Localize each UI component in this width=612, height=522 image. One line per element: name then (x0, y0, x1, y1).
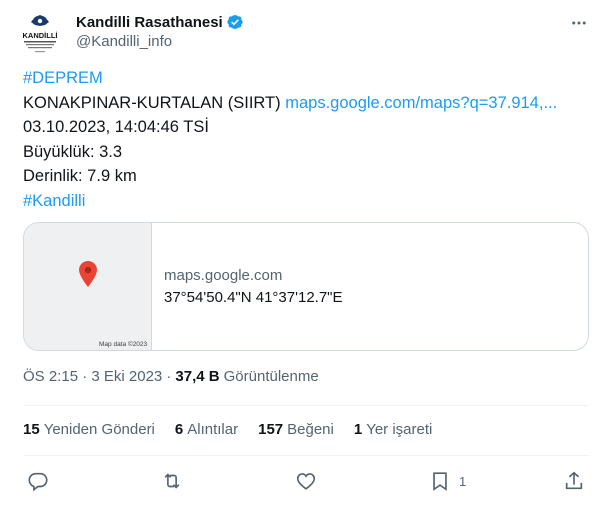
card-domain: maps.google.com (164, 266, 283, 284)
author-handle[interactable]: @Kandilli_info (76, 33, 172, 50)
views-label: Görüntülenme (223, 368, 319, 385)
bookmarks-count: 1 (353, 421, 363, 438)
map-pin-icon (79, 261, 97, 287)
quotes-label: Alıntılar (187, 421, 239, 438)
more-icon[interactable] (568, 12, 590, 34)
author-display-name[interactable]: Kandilli Rasathanesi (76, 14, 223, 31)
avatar-logo-text: KANDİLLİ (23, 31, 58, 40)
verified-badge-icon (226, 13, 244, 31)
quotes-count: 6 (174, 421, 184, 438)
card-coords: 37°54'50.4"N 41°37'12.7"E (164, 288, 343, 306)
like-button[interactable] (295, 466, 317, 496)
bookmark-count: 1 (459, 473, 467, 489)
location-text: KONAKPINAR-KURTALAN (SIIRT) (23, 93, 281, 112)
map-link[interactable]: maps.google.com/maps?q=37.914,... (285, 94, 557, 112)
like-icon (296, 473, 316, 490)
bookmarks-label: Yer işareti (366, 421, 433, 438)
bookmarks-stat[interactable]: 1 Yer işareti (354, 421, 433, 438)
map-credit: Map data ©2023 (99, 341, 148, 348)
retweets-stat[interactable]: 15 Yeniden Gönderi (23, 421, 155, 438)
link-card[interactable]: Map data ©2023 maps.google.com 37°54'50.… (23, 222, 589, 351)
action-bar: 1 (23, 466, 589, 496)
divider (23, 455, 589, 456)
quotes-stat[interactable]: 6 Alıntılar (175, 421, 238, 438)
share-icon (565, 471, 583, 490)
retweet-button[interactable] (161, 466, 183, 496)
retweets-label: Yeniden Gönderi (43, 421, 155, 438)
hashtag-kandilli[interactable]: #Kandilli (23, 192, 85, 210)
likes-stat[interactable]: 157 Beğeni (258, 421, 334, 438)
bookmark-button[interactable]: 1 (429, 466, 466, 496)
magnitude-text: Büyüklük: 3.3 (23, 142, 123, 161)
avatar[interactable]: KANDİLLİ (16, 10, 64, 58)
divider (23, 405, 589, 406)
retweets-count: 15 (23, 421, 40, 438)
likes-label: Beğeni (287, 421, 334, 438)
likes-count: 157 (258, 421, 284, 438)
reply-icon (28, 472, 48, 492)
tweet-meta: ÖS 2:15 · 3 Eki 2023 · 37,4 B Görüntülen… (23, 368, 319, 385)
map-thumbnail: Map data ©2023 (24, 223, 152, 350)
retweet-icon (164, 473, 180, 489)
tweet-text: #DEPREM KONAKPINAR-KURTALAN (SIIRT) maps… (23, 66, 598, 213)
views-count: 37,4 B (175, 368, 220, 385)
date-text: 03.10.2023, 14:04:46 TSİ (23, 118, 209, 136)
bookmark-icon (433, 472, 447, 491)
timestamp[interactable]: ÖS 2:15 · 3 Eki 2023 · (23, 368, 171, 385)
reply-button[interactable] (27, 466, 49, 496)
engagement-stats: 15 Yeniden Gönderi 6 Alıntılar 157 Beğen… (23, 421, 452, 438)
share-button[interactable] (563, 466, 585, 496)
hashtag-deprem[interactable]: #DEPREM (23, 69, 103, 87)
depth-text: Derinlik: 7.9 km (23, 167, 137, 185)
